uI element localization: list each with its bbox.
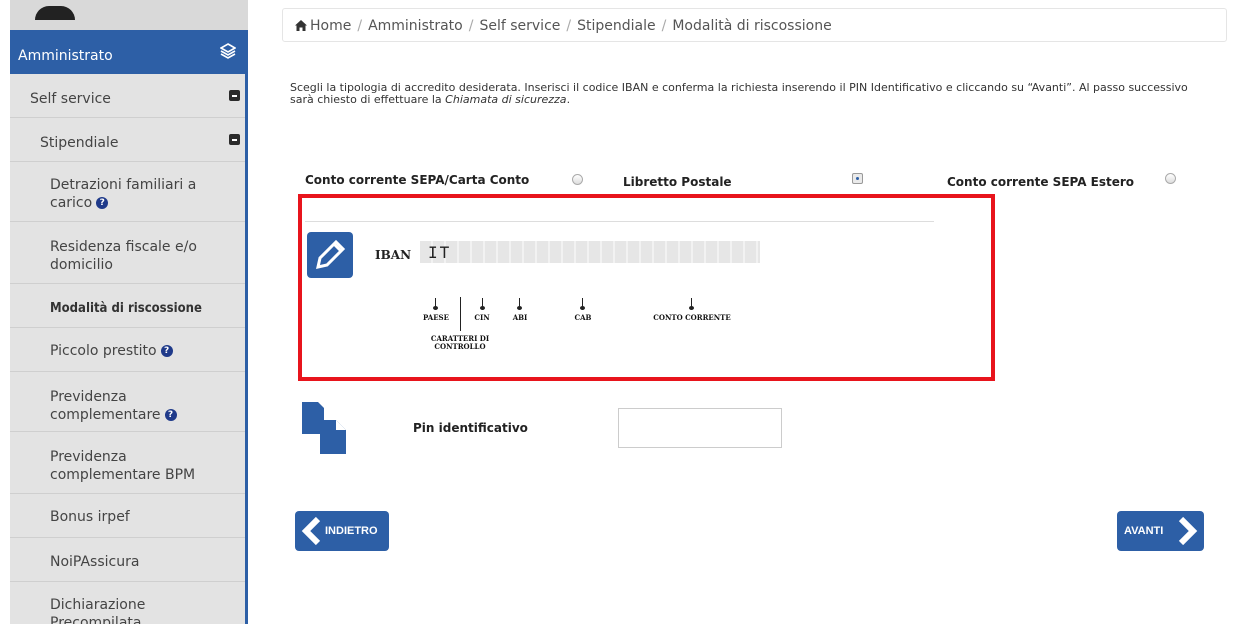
iban-highlight-box xyxy=(298,194,995,381)
sidebar-item-detrazioni[interactable]: Detrazioni familiari a carico? xyxy=(10,162,248,222)
chevron-left-icon xyxy=(301,517,321,545)
sidebar-item-label: Dichiarazione Precompilata xyxy=(50,597,146,624)
sidebar-item-label: Previdenza complementare xyxy=(50,389,161,423)
arrow-conto xyxy=(689,298,694,310)
breadcrumb-separator: / xyxy=(661,18,667,34)
pin-input[interactable] xyxy=(618,408,782,448)
sidebar-item-label: Detrazioni familiari a carico xyxy=(50,177,197,211)
breadcrumb-amministrato[interactable]: Amministrato xyxy=(368,18,463,34)
sidebar-item-label-wrap: Detrazioni familiari a carico? xyxy=(50,176,220,212)
layers-icon xyxy=(220,43,236,59)
arrow-cin xyxy=(480,298,485,310)
sidebar-item-bonus-irpef[interactable]: Bonus irpef xyxy=(10,494,248,538)
breadcrumb-separator: / xyxy=(357,18,363,34)
sidebar-item-label: Modalità di riscossione xyxy=(50,301,202,316)
sidebar-item-previdenza[interactable]: Previdenza complementare? xyxy=(10,372,248,432)
intro-end: . xyxy=(566,93,571,106)
divider xyxy=(305,221,934,222)
label-cab: CAB xyxy=(574,313,592,322)
sidebar-item-label: NoiPAssicura xyxy=(50,554,140,570)
option-estero-radio[interactable] xyxy=(1165,173,1176,184)
breadcrumb-separator: / xyxy=(468,18,474,34)
sidebar-item-label: Residenza fiscale e/o domicilio xyxy=(50,239,197,273)
avatar xyxy=(35,6,75,20)
label-check: CARATTERI DI CONTROLLO xyxy=(412,335,508,351)
breadcrumb-current: Modalità di riscossione xyxy=(672,18,832,34)
sidebar-item-label: Bonus irpef xyxy=(50,509,130,525)
home-icon xyxy=(295,20,307,31)
sidebar-item-stipendiale[interactable]: Stipendiale xyxy=(10,118,248,162)
arrow-paese xyxy=(433,298,438,310)
sidebar-item-modalita[interactable]: Modalità di riscossione xyxy=(10,284,248,328)
option-sepa-radio[interactable] xyxy=(572,174,583,185)
breadcrumb-self-service[interactable]: Self service xyxy=(479,18,560,34)
sidebar-scrollbar[interactable] xyxy=(245,74,248,624)
label-check-line2: CONTROLLO xyxy=(434,342,486,351)
sidebar-item-self-service[interactable]: Self service xyxy=(10,74,248,118)
sidebar-item-label: Previdenza complementare BPM xyxy=(50,449,196,483)
check-line xyxy=(460,297,461,331)
sidebar-item-previdenza-bpm[interactable]: Previdenza complementare BPM xyxy=(10,432,248,494)
option-libretto-radio[interactable] xyxy=(852,173,863,184)
sidebar-item-dichiarazione[interactable]: Dichiarazione Precompilata xyxy=(10,582,248,624)
back-button[interactable]: INDIETRO xyxy=(295,511,389,551)
question-icon[interactable]: ? xyxy=(96,197,109,209)
breadcrumb-home[interactable]: Home xyxy=(310,18,351,34)
edit-icon xyxy=(307,232,353,278)
breadcrumb: Home / Amministrato / Self service / Stipendia… xyxy=(282,8,1227,42)
iban-label: IBAN xyxy=(375,248,412,262)
next-button[interactable]: AVANTI xyxy=(1117,511,1204,551)
label-cin: CIN xyxy=(474,313,490,322)
sidebar-item-label: Stipendiale xyxy=(40,135,119,151)
sidebar-item-noipassicura[interactable]: NoiPAssicura xyxy=(10,538,248,582)
sidebar-item-piccolo-prestito[interactable]: Piccolo prestito? xyxy=(10,328,248,372)
chevron-right-icon xyxy=(1178,517,1198,545)
option-estero-label: Conto corrente SEPA Estero xyxy=(947,175,1135,189)
documents-icon xyxy=(302,402,348,454)
pin-label: Pin identificativo xyxy=(413,421,528,435)
sidebar: Amministrato Self service Stipendiale De… xyxy=(10,0,248,624)
sidebar-item-label-wrap: Previdenza complementare? xyxy=(50,388,210,424)
next-button-label: AVANTI xyxy=(1124,525,1164,537)
arrow-abi xyxy=(517,298,522,310)
option-libretto-label: Libretto Postale xyxy=(623,175,732,189)
collapse-icon[interactable] xyxy=(229,90,240,101)
sidebar-item-label: Piccolo prestito xyxy=(50,343,157,359)
question-icon[interactable]: ? xyxy=(160,345,173,357)
collapse-icon[interactable] xyxy=(229,134,240,145)
option-sepa-label: Conto corrente SEPA/Carta Conto xyxy=(305,173,530,187)
intro-text: Scegli la tipologia di accredito desider… xyxy=(290,82,1210,106)
sidebar-top-bar xyxy=(10,0,248,30)
intro-body: Scegli la tipologia di accredito desider… xyxy=(290,81,1188,106)
iban-input[interactable] xyxy=(420,241,760,263)
arrow-cab xyxy=(580,298,585,310)
iban-prefix: IT xyxy=(428,243,452,262)
breadcrumb-separator: / xyxy=(566,18,572,34)
intro-emphasis: Chiamata di sicurezza xyxy=(445,93,567,106)
breadcrumb-stipendiale[interactable]: Stipendiale xyxy=(577,18,656,34)
sidebar-header[interactable]: Amministrato xyxy=(10,30,248,74)
label-abi: ABI xyxy=(512,313,528,322)
sidebar-item-label: Self service xyxy=(30,91,111,107)
question-icon[interactable]: ? xyxy=(164,409,177,421)
sidebar-item-label-wrap: Piccolo prestito? xyxy=(50,342,173,360)
sidebar-item-residenza[interactable]: Residenza fiscale e/o domicilio xyxy=(10,222,248,284)
label-paese: PAESE xyxy=(423,313,449,322)
label-conto: CONTO CORRENTE xyxy=(653,313,731,322)
sidebar-header-label: Amministrato xyxy=(18,48,113,64)
back-button-label: INDIETRO xyxy=(325,525,378,537)
